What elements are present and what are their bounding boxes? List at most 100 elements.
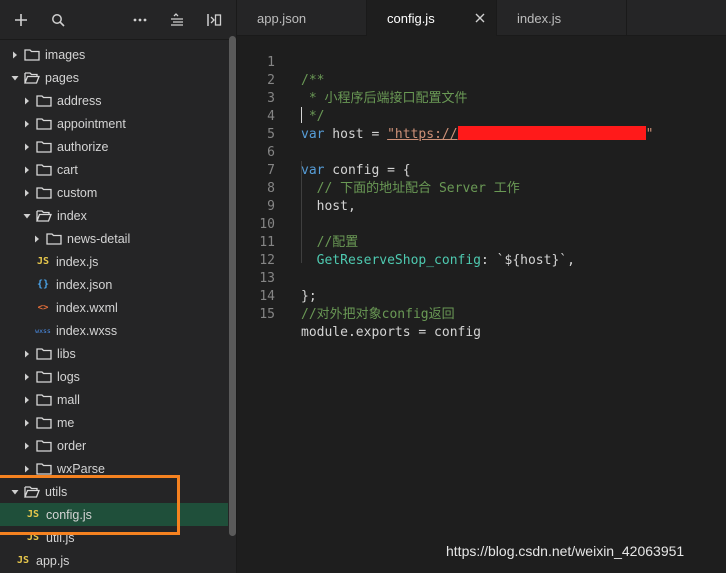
folder-icon: [36, 140, 52, 153]
folder-icon: [36, 393, 52, 406]
tree-folder[interactable]: images: [0, 43, 228, 66]
tree-item-label: index.wxml: [56, 300, 118, 315]
tree-folder[interactable]: custom: [0, 181, 228, 204]
chevron-right-icon[interactable]: [22, 441, 32, 451]
tree-item-label: libs: [57, 346, 76, 361]
search-icon[interactable]: [47, 9, 69, 31]
tree-item-label: me: [57, 415, 75, 430]
tree-item-label: logs: [57, 369, 80, 384]
folder-icon: [36, 117, 52, 130]
chevron-right-icon[interactable]: [22, 119, 32, 129]
chevron-right-icon[interactable]: [22, 372, 32, 382]
tree-folder[interactable]: me: [0, 411, 228, 434]
code-editor[interactable]: 1 /** 2 * 小程序后端接口配置文件 3 */ 4 var host = …: [237, 36, 726, 573]
folder-icon: [36, 163, 52, 176]
folder-icon: [36, 186, 52, 199]
tree-folder[interactable]: appointment: [0, 112, 228, 135]
tree-folder[interactable]: logs: [0, 365, 228, 388]
tree-file[interactable]: JS app.js: [0, 549, 228, 572]
tree-item-label: index.js: [56, 254, 99, 269]
code-line: 8 host,: [237, 162, 726, 214]
tree-item-label: index: [57, 208, 87, 223]
highlight-annotation-box: [0, 475, 180, 535]
chevron-right-icon[interactable]: [22, 464, 32, 474]
code-line: 15 module.exports = config: [237, 288, 726, 340]
tree-item-label: mall: [57, 392, 80, 407]
tree-item-label: cart: [57, 162, 78, 177]
tree-file[interactable]: wxss index.wxss: [0, 319, 228, 342]
code-line: 3 */: [237, 72, 726, 124]
folder-icon: [36, 462, 52, 475]
folder-icon: [36, 416, 52, 429]
chevron-right-icon[interactable]: [10, 50, 20, 60]
js-file-icon: JS: [16, 555, 30, 566]
tree-folder[interactable]: cart: [0, 158, 228, 181]
collapse-all-icon[interactable]: [166, 9, 188, 31]
tree-folder[interactable]: pages: [0, 66, 228, 89]
code-line: 14 //对外把对象config返回: [237, 270, 726, 322]
code-line: 6 var config = {: [237, 126, 726, 178]
wxss-file-icon: wxss: [35, 326, 51, 335]
folder-open-icon: [36, 209, 52, 222]
watermark: https://blog.csdn.net/weixin_42063951: [446, 543, 685, 559]
tree-file[interactable]: <> index.wxml: [0, 296, 228, 319]
tree-folder[interactable]: news-detail: [0, 227, 228, 250]
tab-config-js[interactable]: config.js: [367, 0, 497, 37]
chevron-right-icon[interactable]: [22, 96, 32, 106]
file-explorer: images pages address appointment authorize ca…: [0, 0, 237, 573]
split-layout-icon[interactable]: [203, 9, 225, 31]
tree-item-label: index.wxss: [56, 323, 118, 338]
tree-folder[interactable]: mall: [0, 388, 228, 411]
chevron-right-icon[interactable]: [32, 234, 42, 244]
tree-item-label: appointment: [57, 116, 126, 131]
code-line: 4 var host = "https://": [237, 90, 726, 142]
js-file-icon: JS: [36, 256, 50, 267]
chevron-right-icon[interactable]: [22, 418, 32, 428]
folder-icon: [36, 370, 52, 383]
chevron-right-icon[interactable]: [22, 142, 32, 152]
code-text: module.exports = config: [301, 325, 482, 340]
tree-file[interactable]: {} index.json: [0, 273, 228, 296]
close-icon[interactable]: [474, 12, 486, 24]
tab-label: config.js: [387, 11, 435, 26]
wxml-file-icon: <>: [37, 302, 49, 313]
chevron-right-icon[interactable]: [22, 349, 32, 359]
tree-item-label: order: [57, 438, 87, 453]
line-number: 15: [259, 307, 275, 322]
explorer-scrollbar[interactable]: [229, 36, 236, 536]
chevron-right-icon[interactable]: [22, 395, 32, 405]
code-line: 2 * 小程序后端接口配置文件: [237, 54, 726, 106]
tree-folder[interactable]: order: [0, 434, 228, 457]
editor-tabbar: app.json config.js index.js: [237, 0, 726, 37]
tree-folder[interactable]: address: [0, 89, 228, 112]
chevron-right-icon[interactable]: [22, 165, 32, 175]
tab-app-json[interactable]: app.json: [237, 0, 367, 36]
tree-folder[interactable]: index: [0, 204, 228, 227]
tree-item-label: pages: [45, 70, 80, 85]
tree-item-label: wxParse: [57, 461, 105, 476]
plus-icon[interactable]: [10, 9, 32, 31]
tree-file[interactable]: JS index.js: [0, 250, 228, 273]
tab-label: index.js: [517, 10, 562, 26]
tab-index-js[interactable]: index.js: [497, 0, 627, 36]
chevron-right-icon[interactable]: [22, 188, 32, 198]
chevron-down-icon[interactable]: [10, 73, 20, 83]
folder-icon: [24, 48, 40, 61]
tab-label: app.json: [257, 10, 307, 26]
tree-item-label: index.json: [56, 277, 113, 292]
tree-folder[interactable]: libs: [0, 342, 228, 365]
folder-open-icon: [24, 71, 40, 84]
tree-item-label: images: [45, 47, 86, 62]
code-line: 11 GetReserveShop_config: `${host}`,: [237, 216, 726, 268]
code-text: //对外把对象config返回: [301, 307, 455, 322]
code-line: 5: [237, 108, 726, 142]
tree-item-label: address: [57, 93, 102, 108]
chevron-down-icon[interactable]: [22, 211, 32, 221]
tree-folder[interactable]: authorize: [0, 135, 228, 158]
folder-icon: [36, 439, 52, 452]
more-icon[interactable]: [129, 9, 151, 31]
explorer-toolbar: [0, 0, 236, 40]
folder-icon: [46, 232, 62, 245]
tree-item-label: authorize: [57, 139, 109, 154]
folder-icon: [36, 347, 52, 360]
